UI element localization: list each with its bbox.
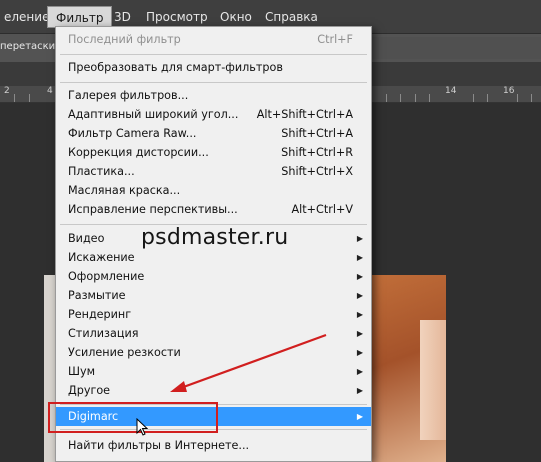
triangle-right-icon: ▶ <box>356 329 363 338</box>
menu-item-stylize[interactable]: Стилизация ▶ <box>56 324 371 343</box>
menu-item-sharpen[interactable]: Усиление резкости ▶ <box>56 343 371 362</box>
menu-item-blur[interactable]: Размытие ▶ <box>56 286 371 305</box>
menu-item-vanishing-point[interactable]: Исправление перспективы... Alt+Ctrl+V <box>56 200 371 219</box>
menu-item-convert-smart-filters[interactable]: Преобразовать для смарт-фильтров <box>56 58 371 77</box>
menu-help[interactable]: Справка <box>257 6 326 28</box>
menu-item-noise[interactable]: Шум ▶ <box>56 362 371 381</box>
shortcut-label: Shift+Ctrl+R <box>281 146 353 159</box>
triangle-right-icon: ▶ <box>356 272 363 281</box>
menu-separator <box>60 54 367 55</box>
triangle-right-icon: ▶ <box>356 310 363 319</box>
menu-3d[interactable]: 3D <box>106 6 139 28</box>
menu-item-filter-gallery[interactable]: Галерея фильтров... <box>56 86 371 105</box>
menu-item-render[interactable]: Рендеринг ▶ <box>56 305 371 324</box>
menu-item-last-filter: Последний фильтр Ctrl+F <box>56 30 371 49</box>
ruler-tick-label: 14 <box>445 86 457 96</box>
menu-item-liquify[interactable]: Пластика... Shift+Ctrl+X <box>56 162 371 181</box>
triangle-right-icon: ▶ <box>356 348 363 357</box>
menu-window[interactable]: Окно <box>212 6 260 28</box>
options-bar-panel <box>372 37 541 59</box>
menu-item-oil-paint[interactable]: Масляная краска... <box>56 181 371 200</box>
menu-view[interactable]: Просмотр <box>138 6 216 28</box>
menu-separator <box>60 82 367 83</box>
menu-item-lens-correction[interactable]: Коррекция дисторсии... Shift+Ctrl+R <box>56 143 371 162</box>
ruler-tick-label: 16 <box>503 86 515 96</box>
menu-item-adaptive-wide-angle[interactable]: Адаптивный широкий угол... Alt+Shift+Ctr… <box>56 105 371 124</box>
shortcut-label: Shift+Ctrl+A <box>281 127 353 140</box>
menu-item-browse-filters-online[interactable]: Найти фильтры в Интернете... <box>56 436 371 455</box>
menu-item-distort[interactable]: Искажение ▶ <box>56 248 371 267</box>
menu-item-camera-raw[interactable]: Фильтр Camera Raw... Shift+Ctrl+A <box>56 124 371 143</box>
shortcut-label: Alt+Ctrl+V <box>291 203 353 216</box>
triangle-right-icon: ▶ <box>356 253 363 262</box>
triangle-right-icon: ▶ <box>356 291 363 300</box>
triangle-right-icon: ▶ <box>356 367 363 376</box>
options-bar-text: перетаски <box>0 41 56 52</box>
mouse-pointer-icon <box>136 418 148 436</box>
triangle-right-icon: ▶ <box>356 234 363 243</box>
shortcut-label: Alt+Shift+Ctrl+A <box>256 108 353 121</box>
menu-filter[interactable]: Фильтр <box>47 6 113 28</box>
triangle-right-icon: ▶ <box>356 412 363 421</box>
shortcut-label: Ctrl+F <box>317 33 353 46</box>
ruler-tick-label: 2 <box>4 86 10 96</box>
ruler-tick-label: 4 <box>47 86 53 96</box>
triangle-right-icon: ▶ <box>356 386 363 395</box>
watermark-text: psdmaster.ru <box>141 225 289 250</box>
menu-item-other[interactable]: Другое ▶ <box>56 381 371 400</box>
shortcut-label: Shift+Ctrl+X <box>281 165 353 178</box>
annotation-highlight-box <box>48 402 218 433</box>
photo-face-region <box>420 320 446 440</box>
menu-item-stylize-design[interactable]: Оформление ▶ <box>56 267 371 286</box>
